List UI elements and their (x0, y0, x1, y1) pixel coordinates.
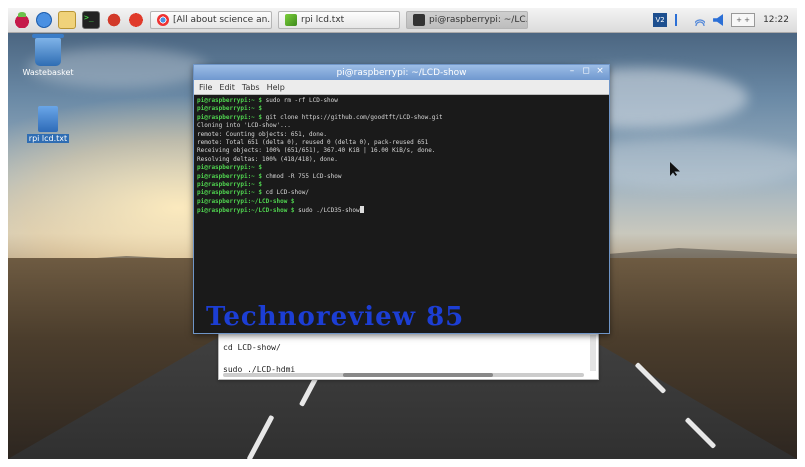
text-file-icon (38, 106, 58, 132)
menu-edit[interactable]: Edit (219, 83, 235, 92)
raspberry-menu-icon[interactable] (14, 12, 30, 28)
terminal-line: pi@raspberrypi:~ $ (197, 164, 606, 172)
text-cursor (359, 206, 364, 214)
terminal-text: sudo ./LCD35-show (294, 207, 360, 215)
terminal-titlebar[interactable]: pi@raspberrypi: ~/LCD-show – ◻ × (194, 65, 609, 80)
menu-help[interactable]: Help (267, 83, 285, 92)
terminal-text: cd LCD-show/ (262, 189, 309, 197)
terminal-text: Receiving objects: 100% (651/651), 367.4… (197, 147, 436, 155)
terminal-prompt: pi@raspberrypi:~ $ (197, 172, 263, 180)
terminal-line: Resolving deltas: 100% (418/418), done. (197, 156, 606, 164)
taskbar-window-chrome[interactable]: [All about science an.. (150, 11, 272, 29)
terminal-prompt: pi@raspberrypi:~/LCD-show $ (197, 197, 295, 205)
wolfram-icon[interactable] (128, 12, 144, 28)
terminal-output[interactable]: pi@raspberrypi:~ $ sudo rm -rf LCD-show p… (194, 95, 609, 216)
wifi-icon[interactable] (695, 14, 706, 26)
terminal-line: remote: Total 651 (delta 0), reused 0 (d… (197, 139, 606, 147)
terminal-icon[interactable] (82, 11, 100, 29)
terminal-line: pi@raspberrypi:~ $ cd LCD-show/ (197, 189, 606, 197)
wastebasket-icon (32, 34, 64, 66)
taskbar-window-label: rpi lcd.txt (301, 15, 345, 25)
terminal-text: remote: Counting objects: 651, done. (197, 130, 328, 138)
terminal-line: pi@raspberrypi:~ $ git clone https://git… (197, 114, 606, 122)
terminal-window[interactable]: pi@raspberrypi: ~/LCD-show – ◻ × File Ed… (193, 64, 610, 334)
terminal-text: chmod -R 755 LCD-show (262, 172, 342, 180)
chrome-icon (157, 14, 169, 26)
terminal-text: Cloning into 'LCD-show'... (197, 122, 291, 130)
terminal-line: pi@raspberrypi:~ $ (197, 105, 606, 113)
window-title: pi@raspberrypi: ~/LCD-show (336, 67, 467, 78)
file-manager-icon[interactable] (58, 11, 76, 29)
terminal-menubar: File Edit Tabs Help (194, 80, 609, 95)
desktop-icon-wastebasket[interactable]: Wastebasket (18, 34, 78, 77)
taskbar: [All about science an.. rpi lcd.txt pi@r… (8, 8, 797, 33)
volume-icon[interactable] (713, 14, 724, 26)
terminal-line: pi@raspberrypi:~/LCD-show $ (197, 198, 606, 206)
menu-tabs[interactable]: Tabs (242, 83, 260, 92)
terminal-line: Cloning into 'LCD-show'... (197, 122, 606, 130)
terminal-text: git clone https://github.com/goodtft/LCD… (262, 113, 443, 121)
text-editor-window[interactable]: cd LCD-show/ sudo ./LCD-hdmi (218, 332, 599, 380)
mathematica-icon[interactable] (106, 12, 122, 28)
terminal-line: remote: Counting objects: 651, done. (197, 131, 606, 139)
cpu-monitor: + + (731, 13, 756, 27)
editor-horizontal-scrollbar[interactable] (223, 373, 584, 377)
terminal-prompt: pi@raspberrypi:~ $ (197, 105, 263, 113)
terminal-prompt: pi@raspberrypi:~ $ (197, 189, 263, 197)
browser-icon[interactable] (36, 12, 52, 28)
terminal-line: pi@raspberrypi:~/LCD-show $ sudo ./LCD35… (197, 206, 606, 214)
desktop-icon-label: rpi lcd.txt (26, 134, 70, 143)
terminal-text: sudo rm -rf LCD-show (262, 97, 338, 104)
terminal-icon (413, 14, 425, 26)
desktop-icon-label: Wastebasket (22, 68, 74, 77)
text-editor-icon (285, 14, 297, 26)
terminal-line: pi@raspberrypi:~ $ chmod -R 755 LCD-show (197, 173, 606, 181)
terminal-line: pi@raspberrypi:~ $ sudo rm -rf LCD-show (197, 97, 606, 105)
terminal-prompt: pi@raspberrypi:~ $ (197, 164, 263, 172)
vnc-icon[interactable]: V2 (653, 13, 668, 27)
system-tray: V2 + + 12:22 (653, 13, 797, 27)
terminal-prompt: pi@raspberrypi:~ $ (197, 180, 263, 188)
desktop-icon-rpi-lcd[interactable]: rpi lcd.txt (18, 106, 78, 143)
editor-line[interactable]: cd LCD-show/ (223, 343, 281, 352)
watermark-text: Technoreview 85 (206, 302, 465, 332)
menu-file[interactable]: File (199, 83, 212, 92)
minimize-button[interactable]: – (567, 66, 577, 77)
editor-vertical-scrollbar[interactable] (590, 335, 596, 371)
taskbar-window-text-editor[interactable]: rpi lcd.txt (278, 11, 400, 29)
terminal-line: pi@raspberrypi:~ $ (197, 181, 606, 189)
clock[interactable]: 12:22 (763, 15, 789, 25)
close-button[interactable]: × (595, 66, 605, 77)
bluetooth-icon[interactable] (675, 14, 687, 26)
terminal-prompt: pi@raspberrypi:~/LCD-show $ (197, 207, 295, 215)
taskbar-window-label: pi@raspberrypi: ~/LC.. (429, 15, 528, 25)
maximize-button[interactable]: ◻ (581, 66, 591, 77)
terminal-prompt: pi@raspberrypi:~ $ (197, 113, 263, 121)
taskbar-window-terminal[interactable]: pi@raspberrypi: ~/LC.. (406, 11, 528, 29)
terminal-line: Receiving objects: 100% (651/651), 367.4… (197, 147, 606, 155)
terminal-text: remote: Total 651 (delta 0), reused 0 (d… (197, 138, 429, 146)
terminal-text: Resolving deltas: 100% (418/418), done. (197, 155, 338, 163)
taskbar-window-label: [All about science an.. (173, 15, 272, 25)
terminal-prompt: pi@raspberrypi:~ $ (197, 97, 263, 104)
